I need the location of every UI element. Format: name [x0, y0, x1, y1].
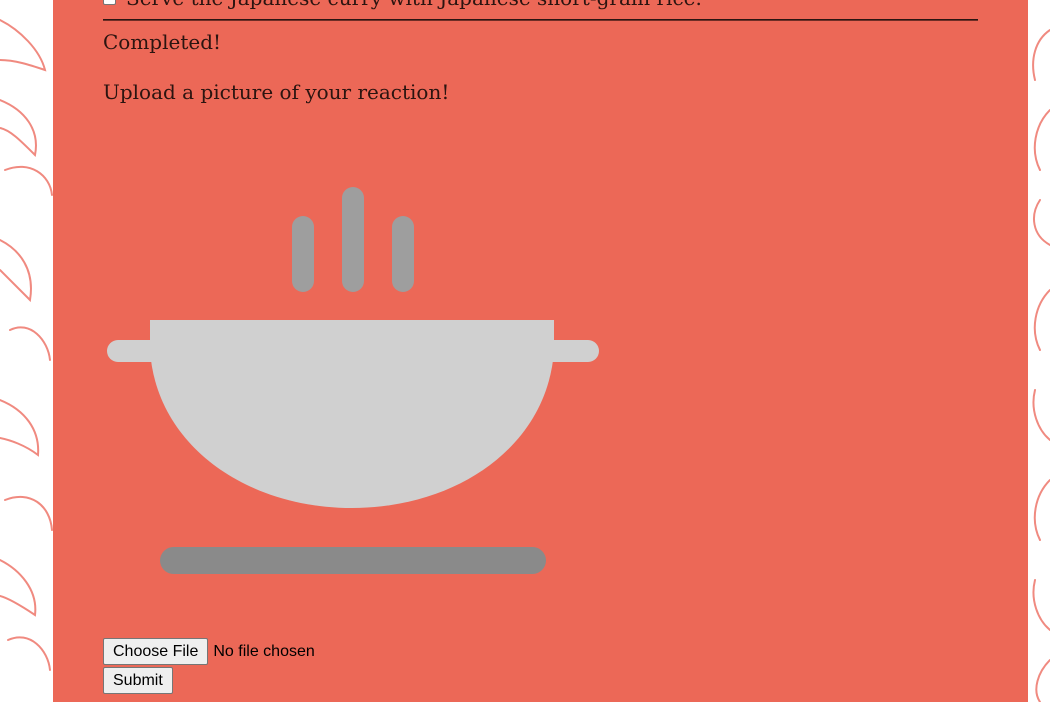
submit-button[interactable]: Submit — [103, 667, 173, 694]
wok-icon — [107, 187, 599, 574]
burner-icon — [160, 547, 546, 574]
file-upload-row: Choose File No file chosen — [103, 638, 315, 665]
submit-row: Submit — [103, 667, 173, 694]
choose-file-button[interactable]: Choose File — [103, 638, 209, 665]
step-checkbox[interactable] — [103, 0, 116, 5]
recipe-step-row: Serve the Japanese curry with Japanese s… — [103, 0, 702, 10]
step-text: Serve the Japanese curry with Japanese s… — [126, 0, 702, 10]
upload-prompt: Upload a picture of your reaction! — [103, 80, 450, 104]
section-divider — [103, 19, 978, 21]
steam-icon — [292, 187, 414, 292]
completed-status: Completed! — [103, 30, 222, 54]
file-status-text: No file chosen — [213, 642, 315, 660]
wok-pan-icon — [107, 320, 599, 508]
